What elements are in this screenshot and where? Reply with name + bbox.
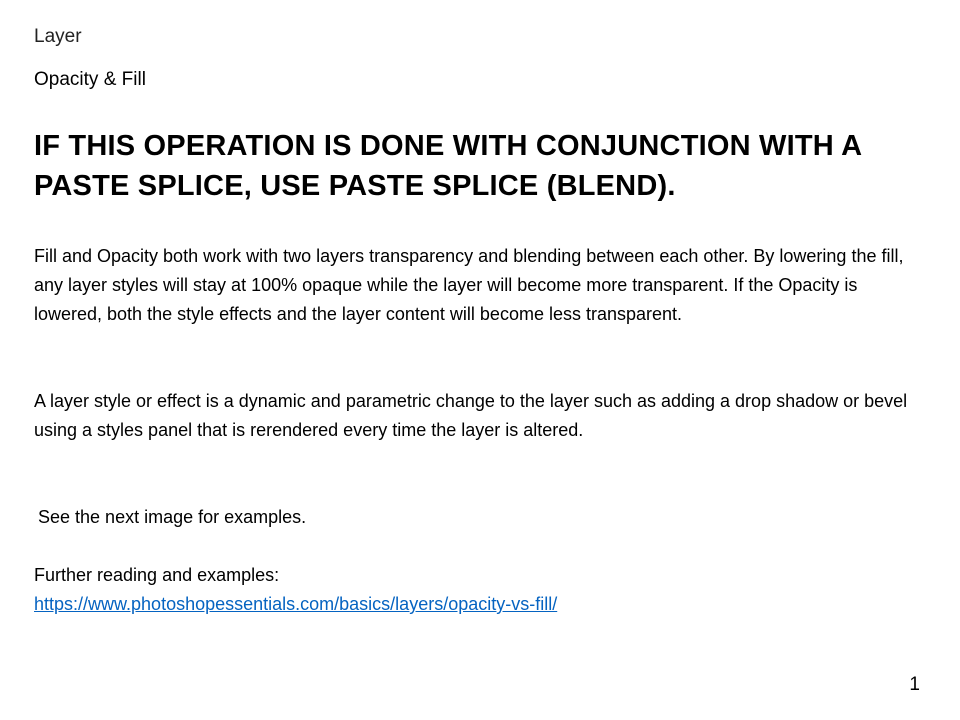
page-number: 1 [909, 674, 920, 695]
paragraph-next-image: See the next image for examples. [38, 507, 307, 527]
further-reading-block: Further reading and examples: https://ww… [34, 561, 914, 619]
reference-link[interactable]: https://www.photoshopessentials.com/basi… [34, 594, 557, 614]
warning-heading: IF THIS OPERATION IS DONE WITH CONJUNCTI… [34, 130, 862, 202]
further-reading-label: Further reading and examples: [34, 565, 280, 585]
paragraph-layer-style: A layer style or effect is a dynamic and… [34, 391, 908, 440]
section-label: Layer [34, 26, 82, 47]
subsection-label: Opacity & Fill [34, 69, 146, 90]
paragraph-fill-opacity: Fill and Opacity both work with two laye… [34, 246, 904, 324]
